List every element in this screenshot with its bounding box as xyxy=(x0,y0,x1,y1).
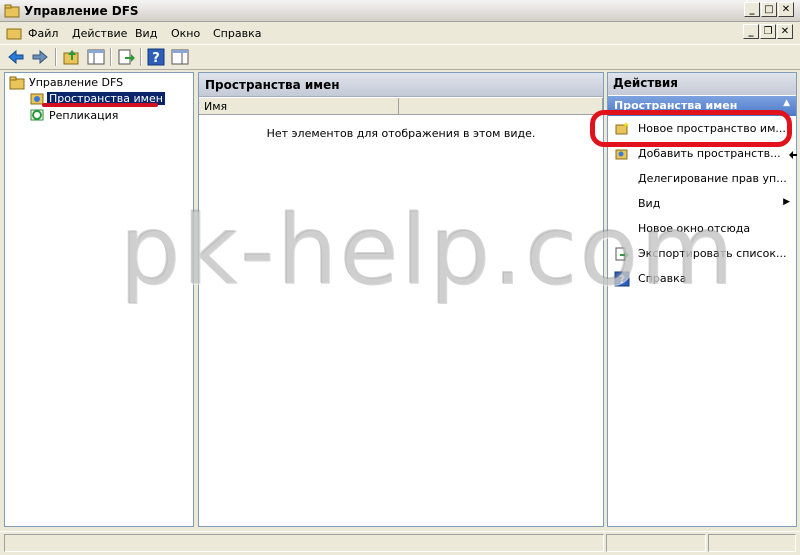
forward-arrow-icon[interactable] xyxy=(30,47,50,67)
submenu-arrow-icon: ▶ xyxy=(783,197,790,207)
menu-action[interactable]: Действие xyxy=(72,27,127,40)
help-icon[interactable]: ? xyxy=(146,47,166,67)
add-namespace-icon xyxy=(615,149,628,160)
dfs-app-icon xyxy=(4,4,20,18)
actions-pane-title: Действия xyxy=(608,73,796,95)
close-button[interactable]: ✕ xyxy=(778,2,794,17)
svg-text:?: ? xyxy=(152,51,160,66)
results-pane-title: Пространства имен xyxy=(199,73,603,97)
empty-list-message: Нет элементов для отображения в этом вид… xyxy=(266,127,536,140)
menu-help[interactable]: Справка xyxy=(213,27,261,40)
show-hide-tree-icon[interactable] xyxy=(86,47,106,67)
mdi-restore-button[interactable]: ❐ xyxy=(760,24,776,39)
menu-window[interactable]: Окно xyxy=(171,27,200,40)
action-delegate-permissions[interactable]: Делегирование прав уп... xyxy=(612,169,792,189)
mouse-cursor-icon xyxy=(789,151,797,159)
column-header-empty[interactable] xyxy=(399,98,603,115)
back-arrow-icon[interactable] xyxy=(6,47,26,67)
toolbar-separator xyxy=(140,48,142,66)
annotation-underline xyxy=(42,103,158,107)
annotation-highlight-oval xyxy=(590,110,792,147)
menu-view[interactable]: Вид xyxy=(135,27,157,40)
watermark-text: pk-help.com xyxy=(120,195,737,307)
menu-file[interactable]: Файл xyxy=(28,27,58,40)
action-add-namespace[interactable]: Добавить пространств... xyxy=(612,144,792,164)
status-cell-main xyxy=(4,534,604,552)
replication-icon xyxy=(30,109,44,121)
tree-root-dfs-management[interactable]: Управление DFS xyxy=(29,76,123,89)
maximize-button[interactable]: □ xyxy=(761,2,777,17)
window-title: Управление DFS xyxy=(24,4,139,18)
mmc-menu-icon[interactable] xyxy=(6,25,22,41)
toolbar-separator xyxy=(55,48,57,66)
action-label: Делегирование прав уп... xyxy=(638,172,787,185)
mdi-close-button[interactable]: ✕ xyxy=(777,24,793,39)
dfs-root-icon xyxy=(9,76,25,90)
toolbar-separator xyxy=(110,48,112,66)
status-cell-3 xyxy=(708,534,796,552)
show-hide-action-pane-icon[interactable] xyxy=(170,47,190,67)
minimize-button[interactable]: _ xyxy=(744,2,760,17)
collapse-arrow-icon[interactable]: ▲ xyxy=(783,98,790,108)
action-label: Добавить пространств... xyxy=(638,147,781,160)
up-folder-icon[interactable] xyxy=(62,47,82,67)
status-cell-2 xyxy=(606,534,706,552)
mdi-minimize-button[interactable]: _ xyxy=(743,24,759,39)
column-header-name[interactable]: Имя xyxy=(199,98,399,115)
tree-item-replication[interactable]: Репликация xyxy=(49,109,118,122)
export-list-icon[interactable] xyxy=(116,47,136,67)
